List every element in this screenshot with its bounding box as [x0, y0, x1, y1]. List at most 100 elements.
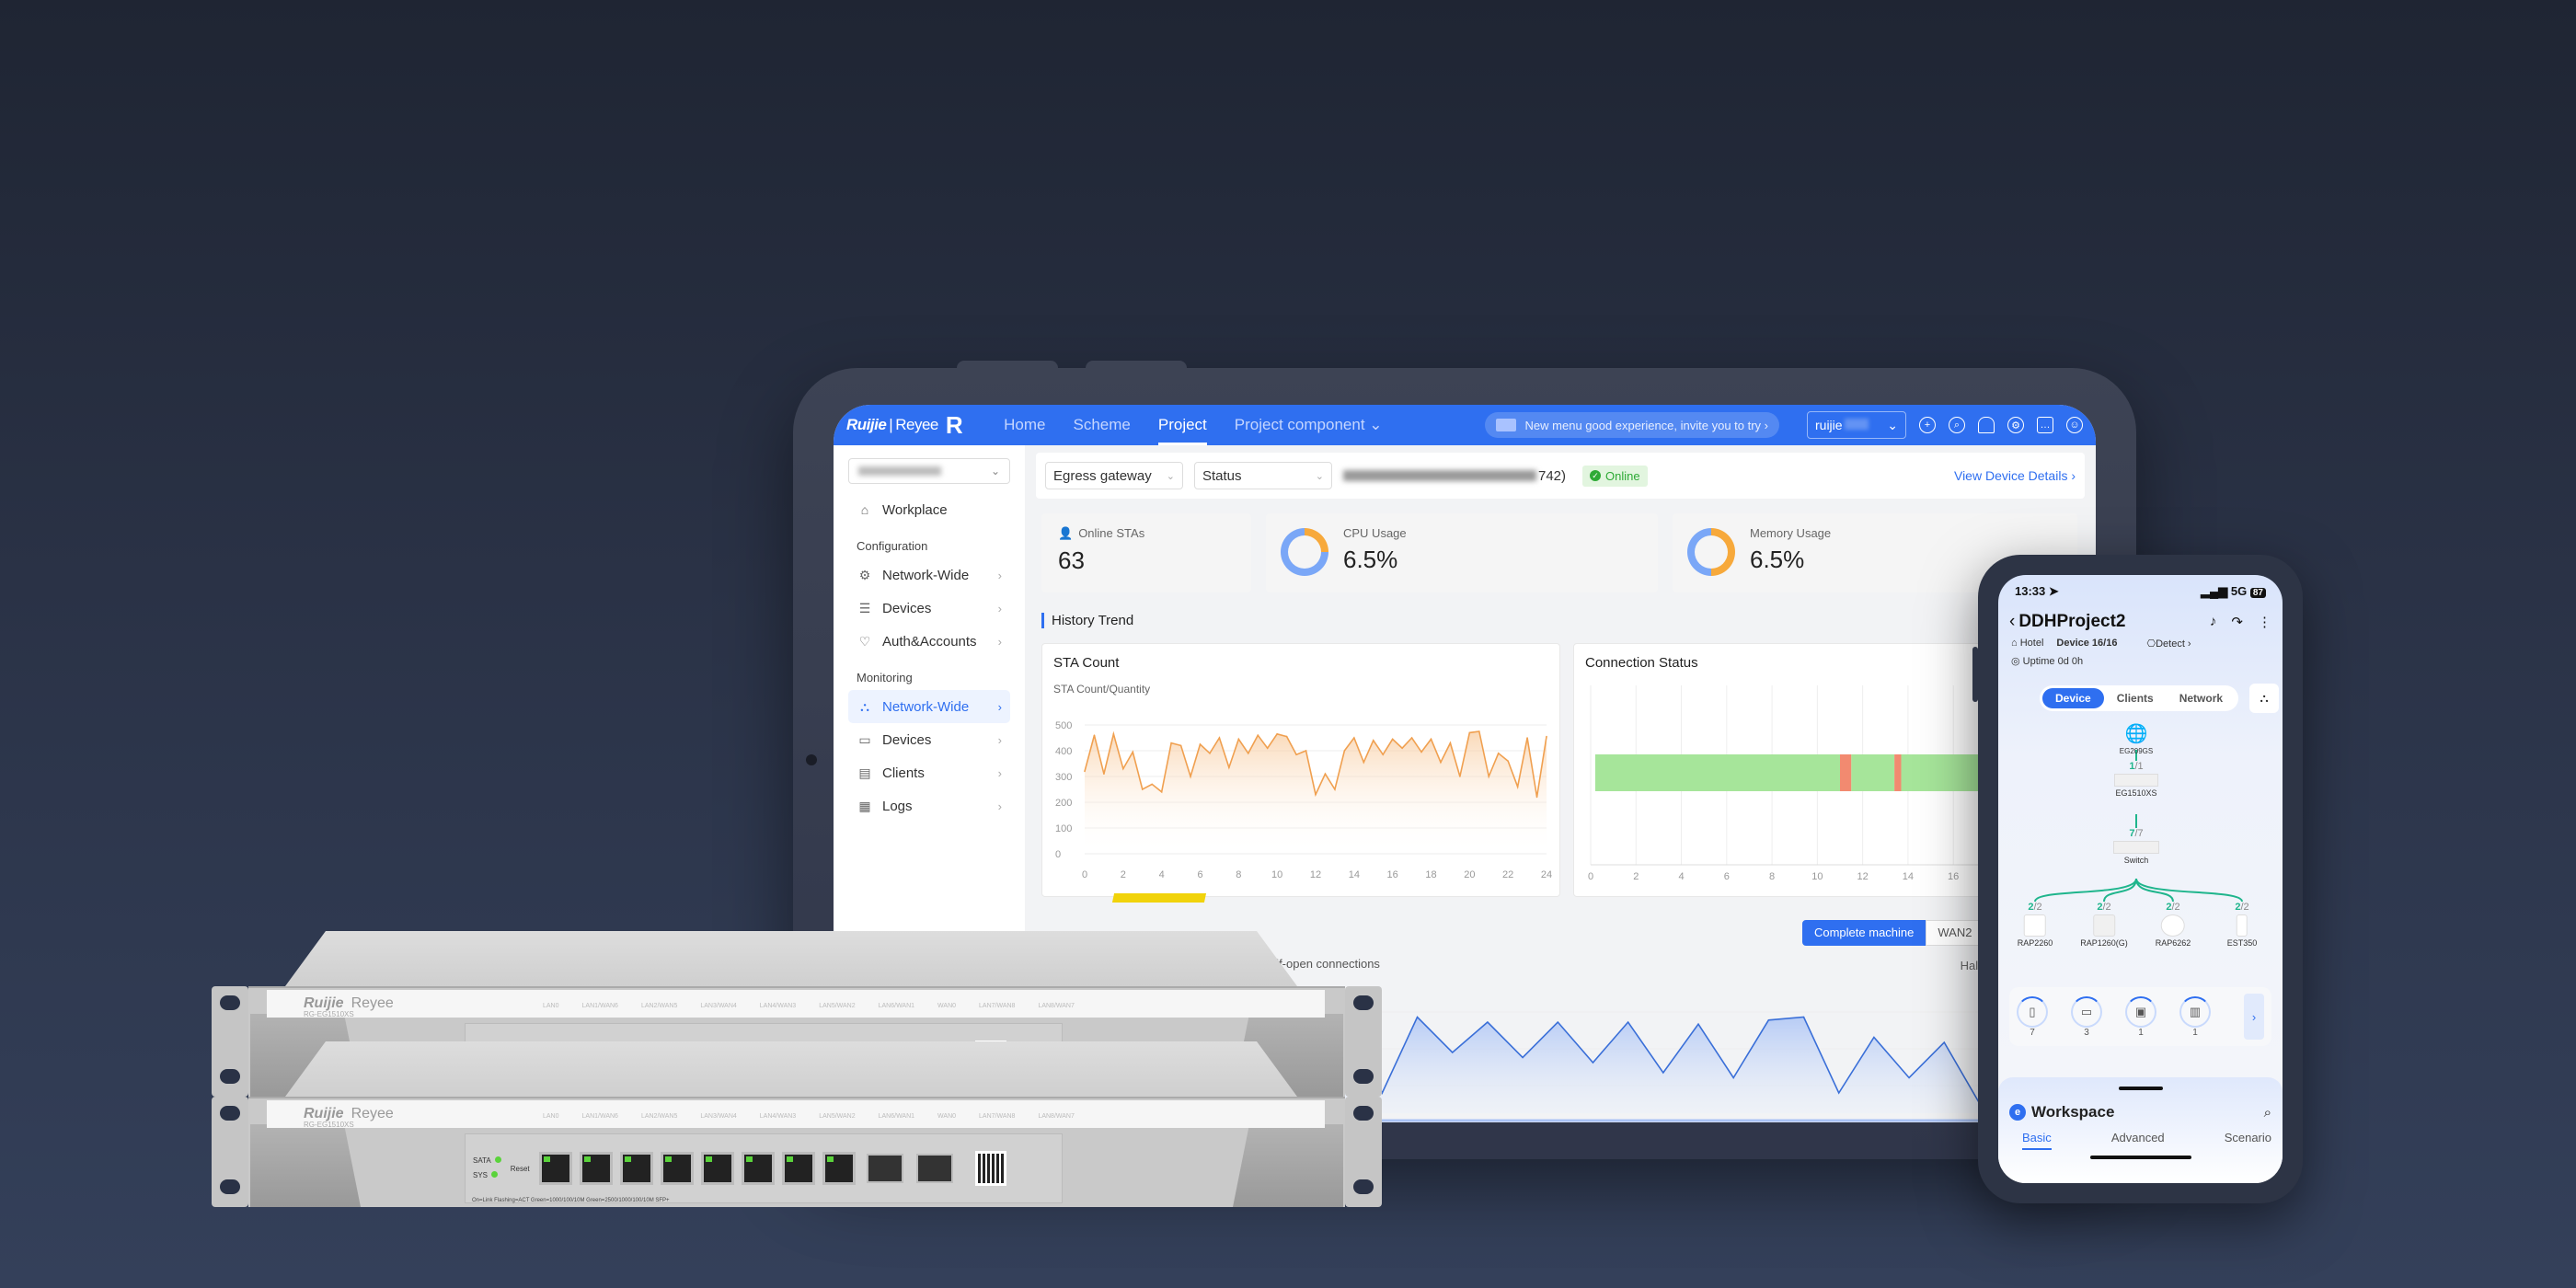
sidebar-item-label: Devices [882, 731, 932, 748]
data-point [1170, 742, 1172, 744]
ethernet-port[interactable] [619, 1152, 653, 1185]
chassis-top [285, 1041, 1297, 1097]
internet-node[interactable]: 🌐 EG209GS [2120, 722, 2153, 755]
sidebar-item-auth-accounts[interactable]: ♡ Auth&Accounts › [848, 625, 1010, 658]
sidebar-item-config-devices[interactable]: ☰ Devices › [848, 592, 1010, 625]
user-icon[interactable]: ☺ [2066, 417, 2083, 433]
topology-icon[interactable]: ⛬ [2249, 684, 2280, 713]
nav-home[interactable]: Home [990, 405, 1059, 445]
tab-device[interactable]: Device [2042, 688, 2104, 708]
x-tick-label: 10 [1271, 869, 1282, 880]
nav-scheme[interactable]: Scheme [1060, 405, 1144, 445]
ethernet-port[interactable] [741, 1152, 775, 1185]
access-point-icon [2161, 914, 2185, 937]
data-point [1209, 753, 1211, 754]
tab-clients[interactable]: Clients [2104, 688, 2167, 708]
tab-wan2[interactable]: WAN2 [1926, 920, 1984, 946]
tab-network[interactable]: Network [2167, 688, 2236, 708]
more-clients-button[interactable]: › [2244, 994, 2264, 1040]
port-label: LAN4/WAN3 [759, 1003, 797, 1009]
invite-banner[interactable]: New menu good experience, invite you to … [1484, 412, 1779, 438]
port-label: LAN8/WAN7 [1038, 1003, 1075, 1009]
gear-icon[interactable]: ⚙ [2007, 417, 2024, 433]
detect-link[interactable]: ⎔Detect › [2146, 638, 2191, 650]
node-label: RAP1260(G) [2080, 938, 2128, 948]
bell-icon[interactable] [1978, 417, 1995, 433]
sidebar-item-monitor-network-wide[interactable]: ⛬ Network-Wide › [848, 690, 1010, 723]
more-icon[interactable]: ⋮ [2258, 614, 2271, 630]
chevron-right-icon: › [997, 765, 1002, 780]
sidebar-item-config-network-wide[interactable]: ⚙ Network-Wide › [848, 558, 1010, 592]
x-tick-label: 16 [1387, 869, 1398, 880]
port-labels: LAN0 LAN1/WAN6 LAN2/WAN5 LAN3/WAN4 LAN4/WAN3… [543, 1003, 1075, 1009]
port-label: WAN0 [937, 1003, 957, 1009]
sfp-port[interactable] [915, 1154, 953, 1183]
ethernet-port[interactable] [660, 1152, 694, 1185]
tab-advanced[interactable]: Advanced [2111, 1131, 2165, 1150]
egress-gateway-select[interactable]: Egress gateway ⌄ [1045, 462, 1183, 489]
data-point [1478, 730, 1480, 732]
ethernet-port[interactable] [538, 1152, 572, 1185]
workspace-sheet: e Workspace ⌕ Basic Advanced Scenario [1998, 1077, 2283, 1183]
ruijie-reyee-logo[interactable]: Ruijie | Reyee R [846, 411, 963, 440]
ap-node[interactable]: 2/2 EST350 [2227, 902, 2258, 948]
tab-scenario[interactable]: Scenario [2225, 1131, 2271, 1150]
sidebar-item-workplace[interactable]: ⌂ Workplace [848, 493, 1010, 526]
client-summary: ▯ 7 ▭ 3 ▣ 1 ▥ 1 › [2009, 987, 2271, 1046]
sliders-icon: ☰ [858, 600, 871, 615]
device-count: Device 16/16 [2056, 638, 2118, 649]
sidebar-item-monitor-devices[interactable]: ▭ Devices › [848, 723, 1010, 756]
bell-icon[interactable]: ♪ [2210, 614, 2217, 630]
switch-node[interactable]: 7/7 Switch [2113, 828, 2159, 865]
tab-basic[interactable]: Basic [2022, 1131, 2052, 1150]
user-select[interactable]: ruijie ⌄ [1807, 411, 1906, 439]
total-count: /2 [2171, 902, 2180, 913]
project-select[interactable]: ⌄ [848, 458, 1010, 484]
section-monitoring: Monitoring [857, 671, 913, 684]
share-icon[interactable]: ↷ [2231, 614, 2243, 630]
data-point [1449, 742, 1452, 744]
message-icon[interactable]: … [2037, 417, 2053, 433]
ap-node[interactable]: 2/2 RAP1260(G) [2080, 902, 2128, 948]
ap-node[interactable]: 2/2 RAP6262 [2156, 902, 2191, 948]
data-point [1488, 776, 1490, 777]
client-count: 7 [2030, 1027, 2035, 1038]
search-icon[interactable]: ⌕ [2264, 1105, 2271, 1121]
view-device-details-link[interactable]: View Device Details › [1954, 468, 2076, 483]
check-circle-icon: ✓ [1590, 470, 1602, 481]
ethernet-port[interactable] [822, 1152, 856, 1185]
ethernet-port[interactable] [700, 1152, 734, 1185]
reset-button[interactable]: Reset [511, 1165, 530, 1173]
sfp-port[interactable] [866, 1154, 903, 1183]
ethernet-port[interactable] [579, 1152, 613, 1185]
topology-diagram: 🌐 EG209GS 1/1 EG1510XS 7/7 Switch 2/2 RA… [1998, 722, 2283, 971]
access-point-icon [2024, 914, 2046, 937]
warning-label [1111, 893, 1207, 903]
client-type-phone[interactable]: ▯ 7 [2017, 995, 2048, 1038]
search-icon[interactable]: ⌕ [1949, 417, 1965, 433]
port-label: LAN1/WAN6 [581, 1003, 618, 1009]
nav-project[interactable]: Project [1144, 405, 1221, 445]
port-label: LAN8/WAN7 [1038, 1113, 1075, 1120]
add-icon[interactable]: + [1919, 417, 1936, 433]
gateway-icon [2114, 774, 2158, 787]
port-labels: LAN0 LAN1/WAN6 LAN2/WAN5 LAN3/WAN4 LAN4/WAN3… [543, 1113, 1075, 1120]
port-label: LAN0 [543, 1003, 559, 1009]
hardware-model: RG-EG1510XS [304, 1121, 354, 1129]
nav-project-component[interactable]: Project component ⌄ [1221, 405, 1397, 445]
client-type-laptop[interactable]: ▭ 3 [2071, 995, 2102, 1038]
data-point [1440, 761, 1442, 764]
tab-complete-machine[interactable]: Complete machine [1801, 920, 1926, 946]
ethernet-port[interactable] [781, 1152, 815, 1185]
ap-node[interactable]: 2/2 RAP2260 [2018, 902, 2053, 948]
vent-grille [250, 1124, 361, 1207]
battery-icon: 87 [2249, 588, 2266, 598]
client-type-desktop[interactable]: ▣ 1 [2125, 995, 2156, 1038]
back-icon[interactable]: ‹ [2009, 612, 2015, 632]
client-type-tablet[interactable]: ▥ 1 [2179, 995, 2211, 1038]
status-select[interactable]: Status ⌄ [1194, 462, 1332, 489]
sidebar-item-logs[interactable]: ▦ Logs › [848, 789, 1010, 822]
sidebar-item-clients[interactable]: ▤ Clients › [848, 756, 1010, 789]
gateway-node[interactable]: 1/1 EG1510XS [2114, 761, 2158, 798]
redacted-text [858, 466, 941, 476]
